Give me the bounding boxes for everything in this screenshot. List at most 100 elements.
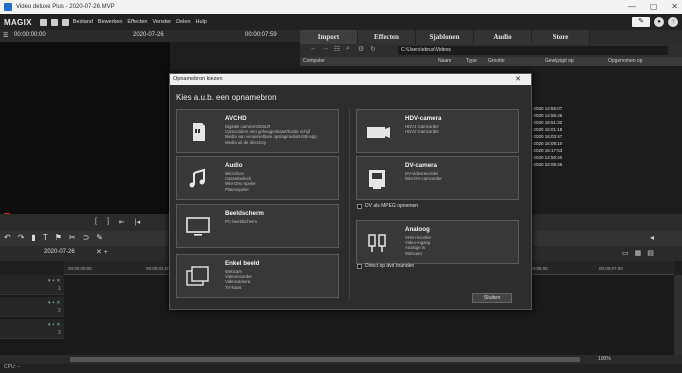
menu-effecten[interactable]: Effecten <box>127 19 147 25</box>
menu-hulp[interactable]: Hulp <box>196 19 207 25</box>
path-bar: ← → ☷ ⌕ ⚙ ↻ C:\Users\ebrux\Videos <box>300 44 682 57</box>
mark-in-icon[interactable]: [ <box>95 218 97 226</box>
card-desc: HDV1 Camcorder HDV2 Camcorder <box>405 124 439 135</box>
track-number: 1 <box>58 286 61 292</box>
analog-plug-icon <box>368 234 386 252</box>
col-type[interactable]: Type <box>466 58 477 64</box>
menu-venster[interactable]: Venster <box>152 19 171 25</box>
marker-icon[interactable]: ⚑ <box>55 233 62 242</box>
jump-start-icon[interactable]: ⇤ <box>119 218 125 226</box>
path-input[interactable]: C:\Users\ebrux\Videos <box>398 46 668 55</box>
save-icon[interactable] <box>61 18 69 26</box>
export-icon[interactable]: ✎ <box>632 17 650 27</box>
previous-icon[interactable]: |◂ <box>135 218 140 226</box>
tab-import[interactable]: Import <box>300 30 358 44</box>
preview-timebar: ☰ 00:00:00:00 2020-07-26 00:00:07:59 <box>0 30 300 42</box>
tab-audio[interactable]: Audio <box>474 30 532 44</box>
source-dv-camera[interactable]: DV-camera DV-videorecorder Mini-DV-camco… <box>356 156 519 200</box>
horizontal-scrollbar[interactable]: 100% <box>0 355 682 364</box>
undo-icon[interactable]: ↶ <box>4 233 11 242</box>
link-icon[interactable]: ⊃ <box>83 233 90 242</box>
menu-delen[interactable]: Delen <box>176 19 190 25</box>
volume-icon[interactable]: ◂ <box>650 233 654 242</box>
app-icon <box>4 3 12 11</box>
scene-icon[interactable]: ▦ <box>635 249 642 257</box>
frame-icon <box>186 266 209 286</box>
card-title: DV-camera <box>405 162 437 169</box>
monitor-icon <box>186 217 210 236</box>
track-header[interactable]: ▾ + ✕ 1 <box>0 275 64 295</box>
video-preview[interactable] <box>0 42 170 214</box>
status-text: CPU: – <box>4 364 21 370</box>
tab-effecten[interactable]: Effecten <box>358 30 416 44</box>
delete-icon[interactable]: ▮ <box>31 233 35 242</box>
record-icon[interactable]: ● <box>654 17 664 27</box>
dv-mpeg-checkbox[interactable]: DV als MPEG opnemen <box>357 203 418 209</box>
storyboard-icon[interactable]: ▭ <box>622 249 629 257</box>
card-title: Audio <box>225 162 243 169</box>
card-title: HDV-camera <box>405 115 442 122</box>
source-hdv-camera[interactable]: HDV-camera HDV1 Camcorder HDV2 Camcorder <box>356 109 519 153</box>
col-naam[interactable]: Naam <box>438 58 451 64</box>
source-audio[interactable]: Audio Microfoon Cassettedeck Mini-Disc-s… <box>176 156 339 200</box>
text-icon[interactable]: T <box>43 233 48 242</box>
window-title: Video deluxe Plus - 2020-07-26.MVP <box>16 4 115 10</box>
media-pool-tabs: Import Effecten Sjablonen Audio Store <box>300 30 682 44</box>
forward-icon[interactable]: → <box>322 45 329 52</box>
tab-store[interactable]: Store <box>532 30 590 44</box>
close-window-button[interactable]: ✕ <box>671 2 678 11</box>
timeline-icon[interactable]: ▤ <box>647 249 654 257</box>
ruler-1s: 00:00:01:00 <box>146 266 170 271</box>
dvd-burn-checkbox[interactable]: Direct op dvd branden <box>357 263 414 269</box>
card-title: Enkel beeld <box>225 260 260 267</box>
vertical-scrollbar[interactable] <box>674 275 682 355</box>
cut-icon[interactable]: ✂ <box>69 233 76 242</box>
scroll-thumb[interactable] <box>70 357 580 362</box>
track-header[interactable]: ▾ + ✕ 2 <box>0 297 64 317</box>
col-computer[interactable]: Computer <box>303 58 325 64</box>
timeline-menu-icon[interactable]: ✕ + <box>96 248 108 256</box>
pen-icon[interactable]: ✎ <box>96 233 103 242</box>
menu-icon[interactable]: ☰ <box>3 32 8 39</box>
new-file-icon[interactable] <box>39 18 47 26</box>
track-controls-icon[interactable]: ▾ + ✕ <box>48 278 60 284</box>
col-gewijzigd[interactable]: Gewijzigd op <box>545 58 574 64</box>
search-icon[interactable]: ⌕ <box>346 45 350 53</box>
menu-bewerken[interactable]: Bewerken <box>98 19 122 25</box>
mark-out-icon[interactable]: ] <box>107 218 109 226</box>
open-folder-icon[interactable] <box>50 18 58 26</box>
track-controls-icon[interactable]: ▾ + ✕ <box>48 322 60 328</box>
zoom-level[interactable]: 100% <box>598 356 611 362</box>
dialog-close-icon[interactable]: ✕ <box>515 74 521 85</box>
list-view-icon[interactable]: ☷ <box>334 45 340 53</box>
maximize-button[interactable]: ▢ <box>650 2 658 11</box>
source-analoog[interactable]: Analoog VHS-recorder Video-ingang Analog… <box>356 220 519 264</box>
settings-icon[interactable]: ⚙ <box>358 45 364 53</box>
minimize-button[interactable]: — <box>628 2 636 11</box>
ruler-start: 00:00:00:00 <box>68 266 92 271</box>
capture-source-dialog: Opnamebron kiezen ✕ Kies a.u.b. een opna… <box>169 73 532 310</box>
checkbox-label: DV als MPEG opnemen <box>365 203 419 209</box>
menu-bestand[interactable]: Bestand <box>73 19 93 25</box>
tab-sjablonen[interactable]: Sjablonen <box>416 30 474 44</box>
refresh-icon[interactable]: ↻ <box>370 45 376 53</box>
col-grootte[interactable]: Grootte <box>488 58 505 64</box>
source-enkel-beeld[interactable]: Enkel beeld Webcam Videorecorder Videoca… <box>176 254 339 298</box>
track-number: 3 <box>58 330 61 336</box>
close-button[interactable]: Sluiten <box>472 293 512 303</box>
checkbox-box[interactable] <box>357 203 362 209</box>
menubar: MAGIX Bestand Bewerken Effecten Venster … <box>0 14 682 30</box>
upload-icon[interactable]: ↑ <box>668 17 678 27</box>
col-opgenomen[interactable]: Opgenomen op <box>608 58 642 64</box>
redo-icon[interactable]: ↷ <box>18 233 25 242</box>
checkbox-label: Direct op dvd branden <box>365 263 415 269</box>
music-note-icon <box>189 168 205 188</box>
card-desc: PC-beeldscherm <box>225 219 258 224</box>
source-avchd[interactable]: AVCHD Digitale camera's/DSLR Camcorders … <box>176 109 339 153</box>
track-header[interactable]: ▾ + ✕ 3 <box>0 319 64 339</box>
track-controls-icon[interactable]: ▾ + ✕ <box>48 300 60 306</box>
duration: 00:00:07:59 <box>245 32 277 38</box>
back-icon[interactable]: ← <box>310 45 317 52</box>
source-beeldscherm[interactable]: Beeldscherm PC-beeldscherm <box>176 204 339 248</box>
checkbox-box[interactable] <box>357 263 362 269</box>
